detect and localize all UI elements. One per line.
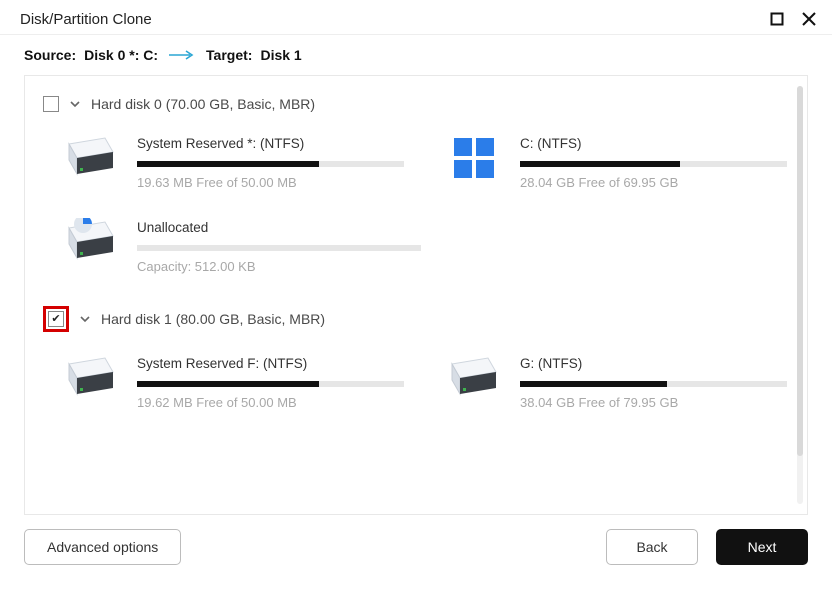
partition-subtext: 28.04 GB Free of 69.95 GB — [520, 175, 787, 190]
highlight-box — [43, 306, 69, 332]
title-bar: Disk/Partition Clone — [0, 0, 832, 34]
chevron-down-icon[interactable] — [69, 98, 81, 110]
disk-checkbox[interactable] — [43, 96, 59, 112]
source-target-header: Source: Disk 0 *: C: Target: Disk 1 — [0, 35, 832, 75]
close-button[interactable] — [800, 10, 818, 28]
usage-fill — [520, 161, 680, 167]
usage-bar — [137, 245, 421, 251]
scrollbar-thumb[interactable] — [797, 86, 803, 456]
scrollbar[interactable] — [797, 86, 803, 504]
usage-bar — [520, 381, 787, 387]
usage-bar — [520, 161, 787, 167]
partition-item[interactable]: G: (NTFS) 38.04 GB Free of 79.95 GB — [444, 352, 787, 410]
partition-subtext: 38.04 GB Free of 79.95 GB — [520, 395, 787, 410]
partition-info: System Reserved F: (NTFS) 19.62 MB Free o… — [137, 352, 404, 410]
disk-list: Hard disk 0 (70.00 GB, Basic, MBR) System… — [39, 90, 797, 504]
footer: Advanced options Back Next — [0, 515, 832, 579]
partition-item[interactable]: Unallocated Capacity: 512.00 KB — [61, 216, 421, 274]
partition-info: G: (NTFS) 38.04 GB Free of 79.95 GB — [520, 352, 787, 410]
drive-icon — [444, 352, 504, 404]
partition-name: System Reserved F: (NTFS) — [137, 356, 404, 371]
partition-item[interactable]: C: (NTFS) 28.04 GB Free of 69.95 GB — [444, 132, 787, 190]
partition-row: System Reserved *: (NTFS) 19.63 MB Free o… — [39, 132, 787, 190]
partition-name: System Reserved *: (NTFS) — [137, 136, 404, 151]
windows-drive-icon — [444, 132, 504, 184]
close-icon — [802, 12, 816, 26]
partition-info: C: (NTFS) 28.04 GB Free of 69.95 GB — [520, 132, 787, 190]
source-value: Disk 0 *: C: — [84, 47, 158, 63]
source-label: Source: — [24, 47, 76, 63]
partition-item[interactable]: System Reserved *: (NTFS) 19.63 MB Free o… — [61, 132, 404, 190]
partition-row: Unallocated Capacity: 512.00 KB — [39, 216, 787, 274]
pie-drive-icon — [61, 216, 121, 268]
maximize-icon — [770, 12, 784, 26]
drive-icon — [61, 132, 121, 184]
back-button[interactable]: Back — [606, 529, 698, 565]
window-title: Disk/Partition Clone — [20, 11, 152, 28]
usage-fill — [137, 381, 319, 387]
drive-icon — [61, 352, 121, 404]
next-button[interactable]: Next — [716, 529, 808, 565]
disk-header[interactable]: Hard disk 1 (80.00 GB, Basic, MBR) — [39, 300, 787, 342]
partition-row: System Reserved F: (NTFS) 19.62 MB Free o… — [39, 352, 787, 410]
chevron-down-icon[interactable] — [79, 313, 91, 325]
partition-subtext: Capacity: 512.00 KB — [137, 259, 421, 274]
disk-label: Hard disk 0 (70.00 GB, Basic, MBR) — [91, 96, 315, 112]
partition-subtext: 19.63 MB Free of 50.00 MB — [137, 175, 404, 190]
partition-name: G: (NTFS) — [520, 356, 787, 371]
partition-item[interactable]: System Reserved F: (NTFS) 19.62 MB Free o… — [61, 352, 404, 410]
disk-list-panel: Hard disk 0 (70.00 GB, Basic, MBR) System… — [24, 75, 808, 515]
usage-fill — [137, 161, 319, 167]
target-value: Disk 1 — [260, 47, 301, 63]
target-label: Target: — [206, 47, 252, 63]
arrow-icon — [166, 49, 198, 61]
advanced-options-button[interactable]: Advanced options — [24, 529, 181, 565]
usage-fill — [520, 381, 667, 387]
partition-name: Unallocated — [137, 220, 421, 235]
disk-checkbox[interactable] — [48, 311, 64, 327]
partition-name: C: (NTFS) — [520, 136, 787, 151]
disk-header[interactable]: Hard disk 0 (70.00 GB, Basic, MBR) — [39, 90, 787, 122]
disk-label: Hard disk 1 (80.00 GB, Basic, MBR) — [101, 311, 325, 327]
usage-bar — [137, 381, 404, 387]
partition-subtext: 19.62 MB Free of 50.00 MB — [137, 395, 404, 410]
maximize-button[interactable] — [768, 10, 786, 28]
usage-bar — [137, 161, 404, 167]
partition-info: System Reserved *: (NTFS) 19.63 MB Free o… — [137, 132, 404, 190]
partition-info: Unallocated Capacity: 512.00 KB — [137, 216, 421, 274]
window-controls — [768, 10, 818, 28]
